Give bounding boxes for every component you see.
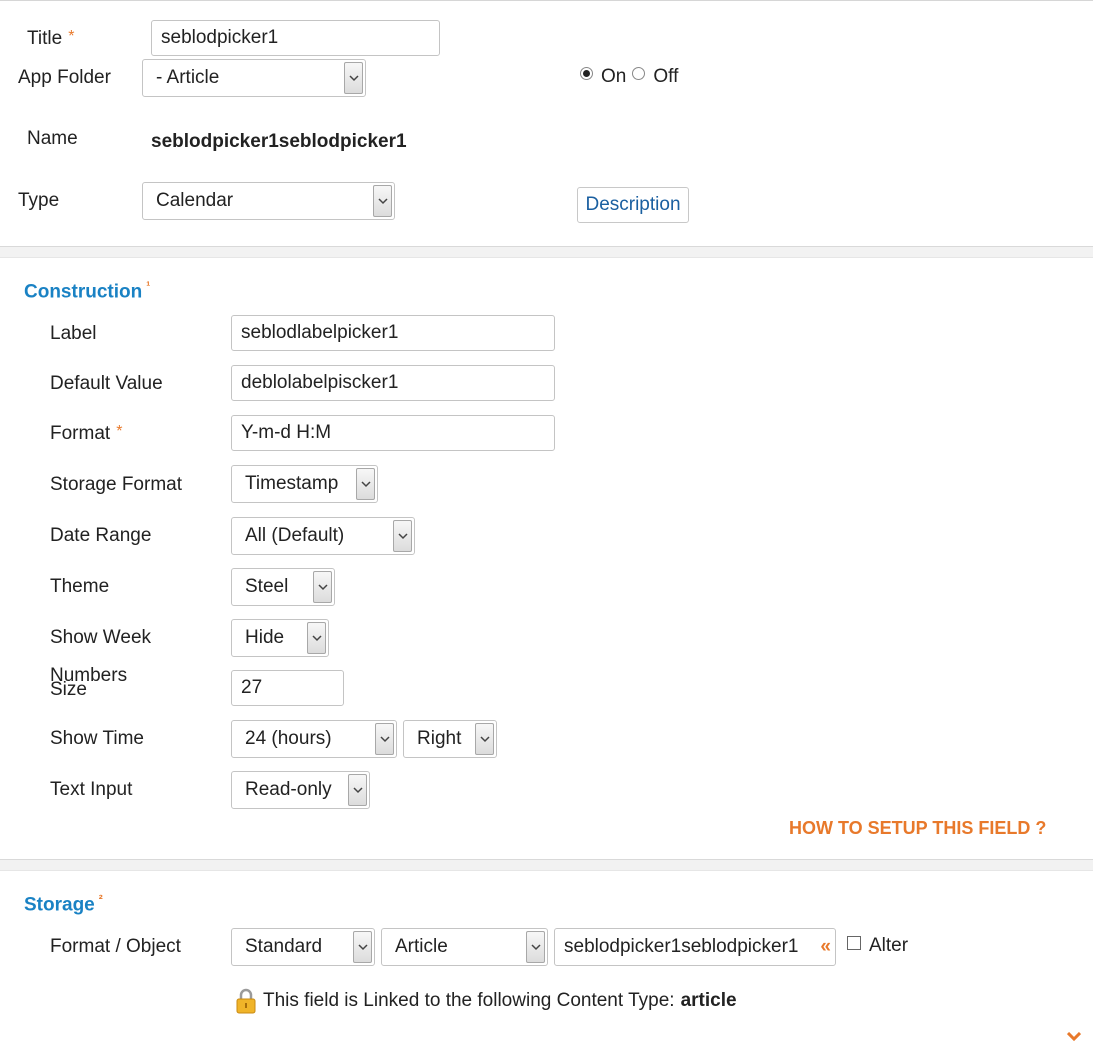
section-number: ² (98, 892, 103, 906)
section-divider (0, 246, 1093, 258)
app-folder-label: App Folder (18, 67, 111, 88)
format-input[interactable]: Y-m-d H:M (231, 415, 555, 451)
linked-content-type: article (680, 990, 737, 1011)
storage-field-value: seblodpicker1seblodpicker1 (564, 936, 799, 957)
linked-notice: This field is Linked to the following Co… (235, 988, 737, 1014)
chevron-down-icon (356, 468, 375, 500)
storage-object-value: Article (395, 936, 448, 957)
title-input[interactable]: seblodpicker1 (151, 20, 440, 56)
storage-format-select[interactable]: Timestamp (231, 465, 378, 503)
date-range-value: All (Default) (245, 525, 345, 546)
chevron-down-icon (526, 931, 545, 963)
storage-format-object-value: Standard (245, 936, 323, 957)
format-label: Format * (50, 423, 123, 444)
storage-heading: Storage ² (24, 892, 103, 916)
top-border (0, 0, 1093, 1)
state-off-label: Off (653, 66, 679, 87)
state-on-label: On (601, 66, 627, 87)
field-link-icon[interactable]: « (820, 936, 831, 958)
howto-link[interactable]: HOW TO SETUP THIS FIELD ? (789, 818, 1046, 839)
label-field-label: Label (50, 323, 97, 344)
theme-select[interactable]: Steel (231, 568, 335, 606)
storage-field-input[interactable]: seblodpicker1seblodpicker1 « (554, 928, 836, 966)
section-divider (0, 859, 1093, 871)
description-button[interactable]: Description (577, 187, 689, 223)
show-time-value: 24 (hours) (245, 728, 332, 749)
required-marker: * (68, 28, 75, 45)
default-value-input[interactable]: deblolabelpiscker1 (231, 365, 555, 401)
chevron-down-icon (393, 520, 412, 552)
show-week-value: Hide (245, 627, 285, 648)
state-off-radio[interactable] (632, 66, 646, 80)
show-week-label: Show Week (50, 627, 152, 648)
section-number: ¹ (146, 279, 151, 293)
lock-icon (235, 988, 257, 1014)
storage-format-label: Storage Format (50, 474, 182, 495)
text-input-value: Read-only (245, 779, 332, 800)
app-folder-select[interactable]: - Article (142, 59, 366, 97)
app-folder-value: - Article (156, 67, 220, 88)
chevron-down-icon (313, 571, 332, 603)
format-object-label: Format / Object (50, 936, 181, 957)
storage-format-object-select[interactable]: Standard (231, 928, 375, 966)
chevron-down-icon (475, 723, 494, 755)
chevron-down-icon[interactable] (1066, 1026, 1082, 1048)
theme-label: Theme (50, 576, 110, 597)
size-input[interactable]: 27 (231, 670, 344, 706)
linked-text: This field is Linked to the following Co… (263, 990, 675, 1011)
chevron-down-icon (353, 931, 372, 963)
text-input-label: Text Input (50, 779, 133, 800)
show-time-position-select[interactable]: Right (403, 720, 497, 758)
name-label: Name (27, 128, 78, 149)
title-label: Title * (27, 28, 75, 49)
label-input[interactable]: seblodlabelpicker1 (231, 315, 555, 351)
show-time-label: Show Time (50, 728, 144, 749)
alter-group: Alter (847, 935, 908, 957)
date-range-label: Date Range (50, 525, 152, 546)
date-range-select[interactable]: All (Default) (231, 517, 415, 555)
alter-label: Alter (869, 935, 909, 956)
alter-checkbox[interactable] (847, 936, 861, 950)
chevron-down-icon (348, 774, 367, 806)
text-input-select[interactable]: Read-only (231, 771, 370, 809)
storage-format-value: Timestamp (245, 473, 339, 494)
show-time-position-value: Right (417, 728, 462, 749)
show-time-select[interactable]: 24 (hours) (231, 720, 397, 758)
state-radio-group: On Off (580, 66, 678, 88)
chevron-down-icon (344, 62, 363, 94)
show-week-select[interactable]: Hide (231, 619, 329, 657)
storage-object-select[interactable]: Article (381, 928, 548, 966)
chevron-down-icon (375, 723, 394, 755)
construction-heading: Construction ¹ (24, 279, 151, 303)
type-label: Type (18, 190, 60, 211)
theme-value: Steel (245, 576, 289, 597)
chevron-down-icon (373, 185, 392, 217)
type-select[interactable]: Calendar (142, 182, 395, 220)
name-value: seblodpicker1seblodpicker1 (151, 131, 407, 152)
default-value-label: Default Value (50, 373, 163, 394)
state-on-radio[interactable] (580, 66, 593, 80)
required-marker: * (116, 423, 123, 440)
type-value: Calendar (156, 190, 234, 211)
size-label: Size (50, 679, 87, 700)
chevron-down-icon (307, 622, 326, 654)
